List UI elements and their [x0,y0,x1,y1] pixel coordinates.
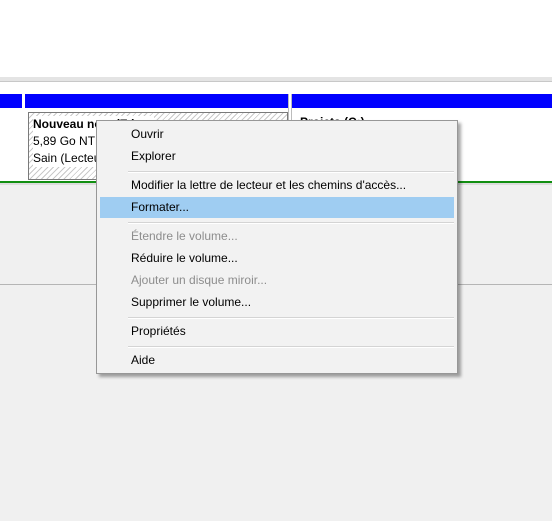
menu-item-label: Aide [131,353,156,367]
volume-divider [22,94,25,184]
menu-item-label: Propriétés [131,324,186,338]
menu-item-properties[interactable]: Propriétés [100,321,454,342]
menu-item-extend-volume: Étendre le volume... [100,226,454,247]
menu-item-label: Ouvrir [131,127,164,141]
menu-item-label: Réduire le volume... [131,251,238,265]
menu-item-change-drive-letter[interactable]: Modifier la lettre de lecteur et les che… [100,175,454,196]
upper-volume-list-area [0,0,552,77]
menu-item-label: Explorer [131,149,176,163]
menu-item-format[interactable]: Formater... [100,197,454,218]
menu-item-open[interactable]: Ouvrir [100,124,454,145]
menu-item-delete-volume[interactable]: Supprimer le volume... [100,292,454,313]
menu-item-label: Ajouter un disque miroir... [131,273,268,287]
context-menu: Ouvrir Explorer Modifier la lettre de le… [96,120,458,374]
menu-item-explore[interactable]: Explorer [100,146,454,167]
menu-item-label: Modifier la lettre de lecteur et les che… [131,178,407,192]
disk-header-bar [0,94,22,108]
volume-c-bar[interactable] [292,94,552,108]
menu-item-help[interactable]: Aide [100,350,454,371]
disk-label-cell[interactable] [0,108,23,180]
menu-separator [128,171,454,173]
menu-item-label: Supprimer le volume... [131,295,252,309]
menu-separator [128,222,454,224]
menu-item-label: Formater... [131,200,190,214]
menu-separator [128,317,454,319]
menu-item-label: Étendre le volume... [131,229,238,243]
volume-e-bar[interactable] [25,94,288,108]
menu-item-add-mirror: Ajouter un disque miroir... [100,270,454,291]
menu-separator [128,346,454,348]
menu-item-shrink-volume[interactable]: Réduire le volume... [100,248,454,269]
